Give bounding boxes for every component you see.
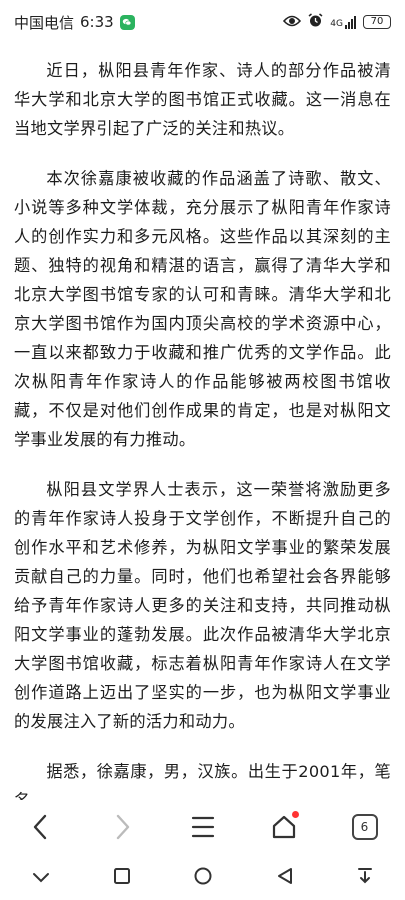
chevron-right-icon [116, 814, 129, 840]
tabs-button[interactable]: 6 [339, 801, 391, 853]
signal-icon: 4G [330, 15, 356, 29]
square-icon [114, 868, 131, 884]
notification-dot [291, 811, 299, 818]
network-type-label: 4G [330, 18, 343, 29]
back-button[interactable] [15, 801, 67, 853]
eye-comfort-icon [283, 13, 302, 31]
chevron-left-icon [33, 814, 46, 840]
system-home-button[interactable] [194, 867, 212, 889]
status-right: 4G 70 [283, 12, 391, 32]
arrow-down-icon [357, 868, 372, 884]
paragraph: 枞阳县文学界人士表示，这一荣誉将激励更多的青年作家诗人投身于文学创作，不断提升自… [14, 480, 391, 731]
menu-button[interactable] [177, 801, 229, 853]
battery-level: 70 [370, 16, 384, 27]
forward-button[interactable] [96, 801, 148, 853]
home-button[interactable] [258, 801, 310, 853]
article-body: 近日，枞阳县青年作家、诗人的部分作品被清华大学和北京大学的图书馆正式收藏。这一消… [0, 56, 405, 824]
paragraph: 本次徐嘉康被收藏的作品涵盖了诗歌、散文、小说等多种文学体裁，充分展示了枞阳青年作… [14, 169, 391, 449]
battery-icon: 70 [363, 15, 391, 29]
home-icon [272, 815, 295, 839]
system-nav-bar [0, 856, 405, 900]
status-left: 中国电信 6:33 [14, 12, 135, 33]
recents-button[interactable] [114, 868, 131, 888]
wechat-notification-icon [119, 14, 135, 30]
clock: 6:33 [80, 13, 114, 31]
tab-count: 6 [360, 820, 369, 834]
browser-toolbar: 6 [0, 800, 405, 854]
circle-icon [194, 867, 212, 885]
tabs-icon: 6 [351, 814, 378, 840]
triangle-back-icon [277, 868, 292, 884]
menu-icon [191, 816, 214, 838]
status-bar: 中国电信 6:33 4G 70 [0, 0, 405, 44]
pull-down-button[interactable] [357, 867, 373, 889]
chevron-down-icon [33, 872, 50, 882]
alarm-icon [308, 12, 323, 32]
paragraph: 近日，枞阳县青年作家、诗人的部分作品被清华大学和北京大学的图书馆正式收藏。这一消… [14, 61, 391, 138]
system-back-button[interactable] [277, 867, 293, 889]
hide-nav-button[interactable] [32, 869, 50, 888]
carrier-label: 中国电信 [14, 13, 75, 32]
